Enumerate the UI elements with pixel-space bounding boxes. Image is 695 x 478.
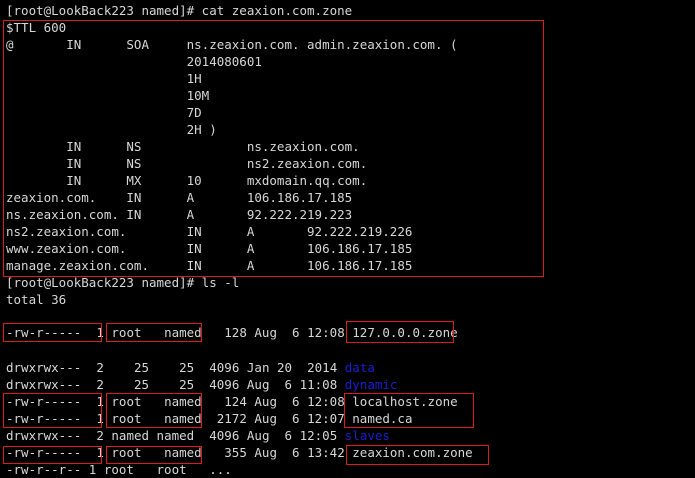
cat-command-line: [root@LookBack223 named]# cat zeaxion.co… bbox=[6, 3, 353, 18]
perms-highlight-box bbox=[3, 393, 102, 428]
file-perms: drwxrwx--- bbox=[6, 377, 82, 392]
file-time: 12:05 bbox=[299, 428, 338, 443]
file-month: Aug bbox=[254, 325, 277, 340]
file-size: 4096 bbox=[201, 428, 240, 443]
file-links: 2 bbox=[88, 428, 104, 443]
perms-highlight-box bbox=[3, 323, 102, 342]
file-perms: drwxrwx--- bbox=[6, 428, 82, 443]
file-day: 6 bbox=[284, 445, 300, 460]
perms-highlight-box bbox=[3, 446, 102, 464]
owner-group-highlight-box bbox=[106, 446, 202, 464]
file-size: 2172 bbox=[209, 411, 247, 426]
directory-name: data bbox=[344, 360, 375, 375]
file-group: 25 bbox=[156, 377, 195, 392]
file-month: Aug bbox=[254, 411, 277, 426]
file-size: 355 bbox=[209, 445, 247, 460]
file-row: drwxrwx--- 2 named named 4096 Aug 6 12:0… bbox=[6, 427, 390, 444]
file-day: 20 bbox=[277, 360, 293, 375]
file-row: drwxrwx--- 2 25 25 4096 Aug 6 11:08 dyna… bbox=[6, 376, 397, 393]
file-owner: named bbox=[111, 428, 157, 443]
file-month: Aug bbox=[246, 377, 270, 392]
file-time: 12:07 bbox=[307, 411, 345, 426]
file-time: 13:42 bbox=[307, 445, 345, 460]
file-day: 6 bbox=[284, 394, 300, 409]
file-day: 6 bbox=[284, 325, 300, 340]
file-perms: drwxrwx--- bbox=[6, 360, 82, 375]
file-row: drwxrwx--- 2 25 25 4096 Jan 20 2014 data bbox=[6, 359, 375, 376]
filename-highlight-box bbox=[344, 393, 474, 428]
directory-name: slaves bbox=[344, 428, 390, 443]
owner-group-highlight-box bbox=[106, 323, 202, 342]
file-size: 4096 bbox=[201, 360, 240, 375]
zone-file-highlight-box bbox=[3, 20, 544, 277]
file-month: Jan bbox=[246, 360, 270, 375]
file-owner: 25 bbox=[111, 377, 157, 392]
file-time: 11:08 bbox=[299, 377, 338, 392]
file-time: 12:08 bbox=[307, 325, 345, 340]
file-day: 6 bbox=[284, 411, 300, 426]
owner-group-highlight-box bbox=[106, 393, 202, 428]
file-group: 25 bbox=[156, 360, 195, 375]
directory-name: dynamic bbox=[344, 377, 398, 392]
filename-highlight-box bbox=[346, 445, 489, 465]
file-group: named bbox=[156, 428, 195, 443]
file-day: 6 bbox=[277, 377, 293, 392]
file-month: Aug bbox=[246, 428, 270, 443]
file-links: 2 bbox=[88, 377, 104, 392]
file-size: 128 bbox=[209, 325, 247, 340]
file-day: 6 bbox=[277, 428, 293, 443]
file-month: Aug bbox=[254, 445, 277, 460]
file-size: 124 bbox=[209, 394, 247, 409]
file-owner: 25 bbox=[111, 360, 157, 375]
ls-total-line: total 36 bbox=[6, 292, 67, 307]
file-links: 2 bbox=[88, 360, 104, 375]
file-time: 2014 bbox=[299, 360, 338, 375]
file-month: Aug bbox=[254, 394, 277, 409]
file-size: 4096 bbox=[201, 377, 240, 392]
file-time: 12:08 bbox=[307, 394, 345, 409]
filename-highlight-box bbox=[346, 321, 454, 343]
terminal-window[interactable]: [root@LookBack223 named]# cat zeaxion.co… bbox=[0, 0, 695, 477]
